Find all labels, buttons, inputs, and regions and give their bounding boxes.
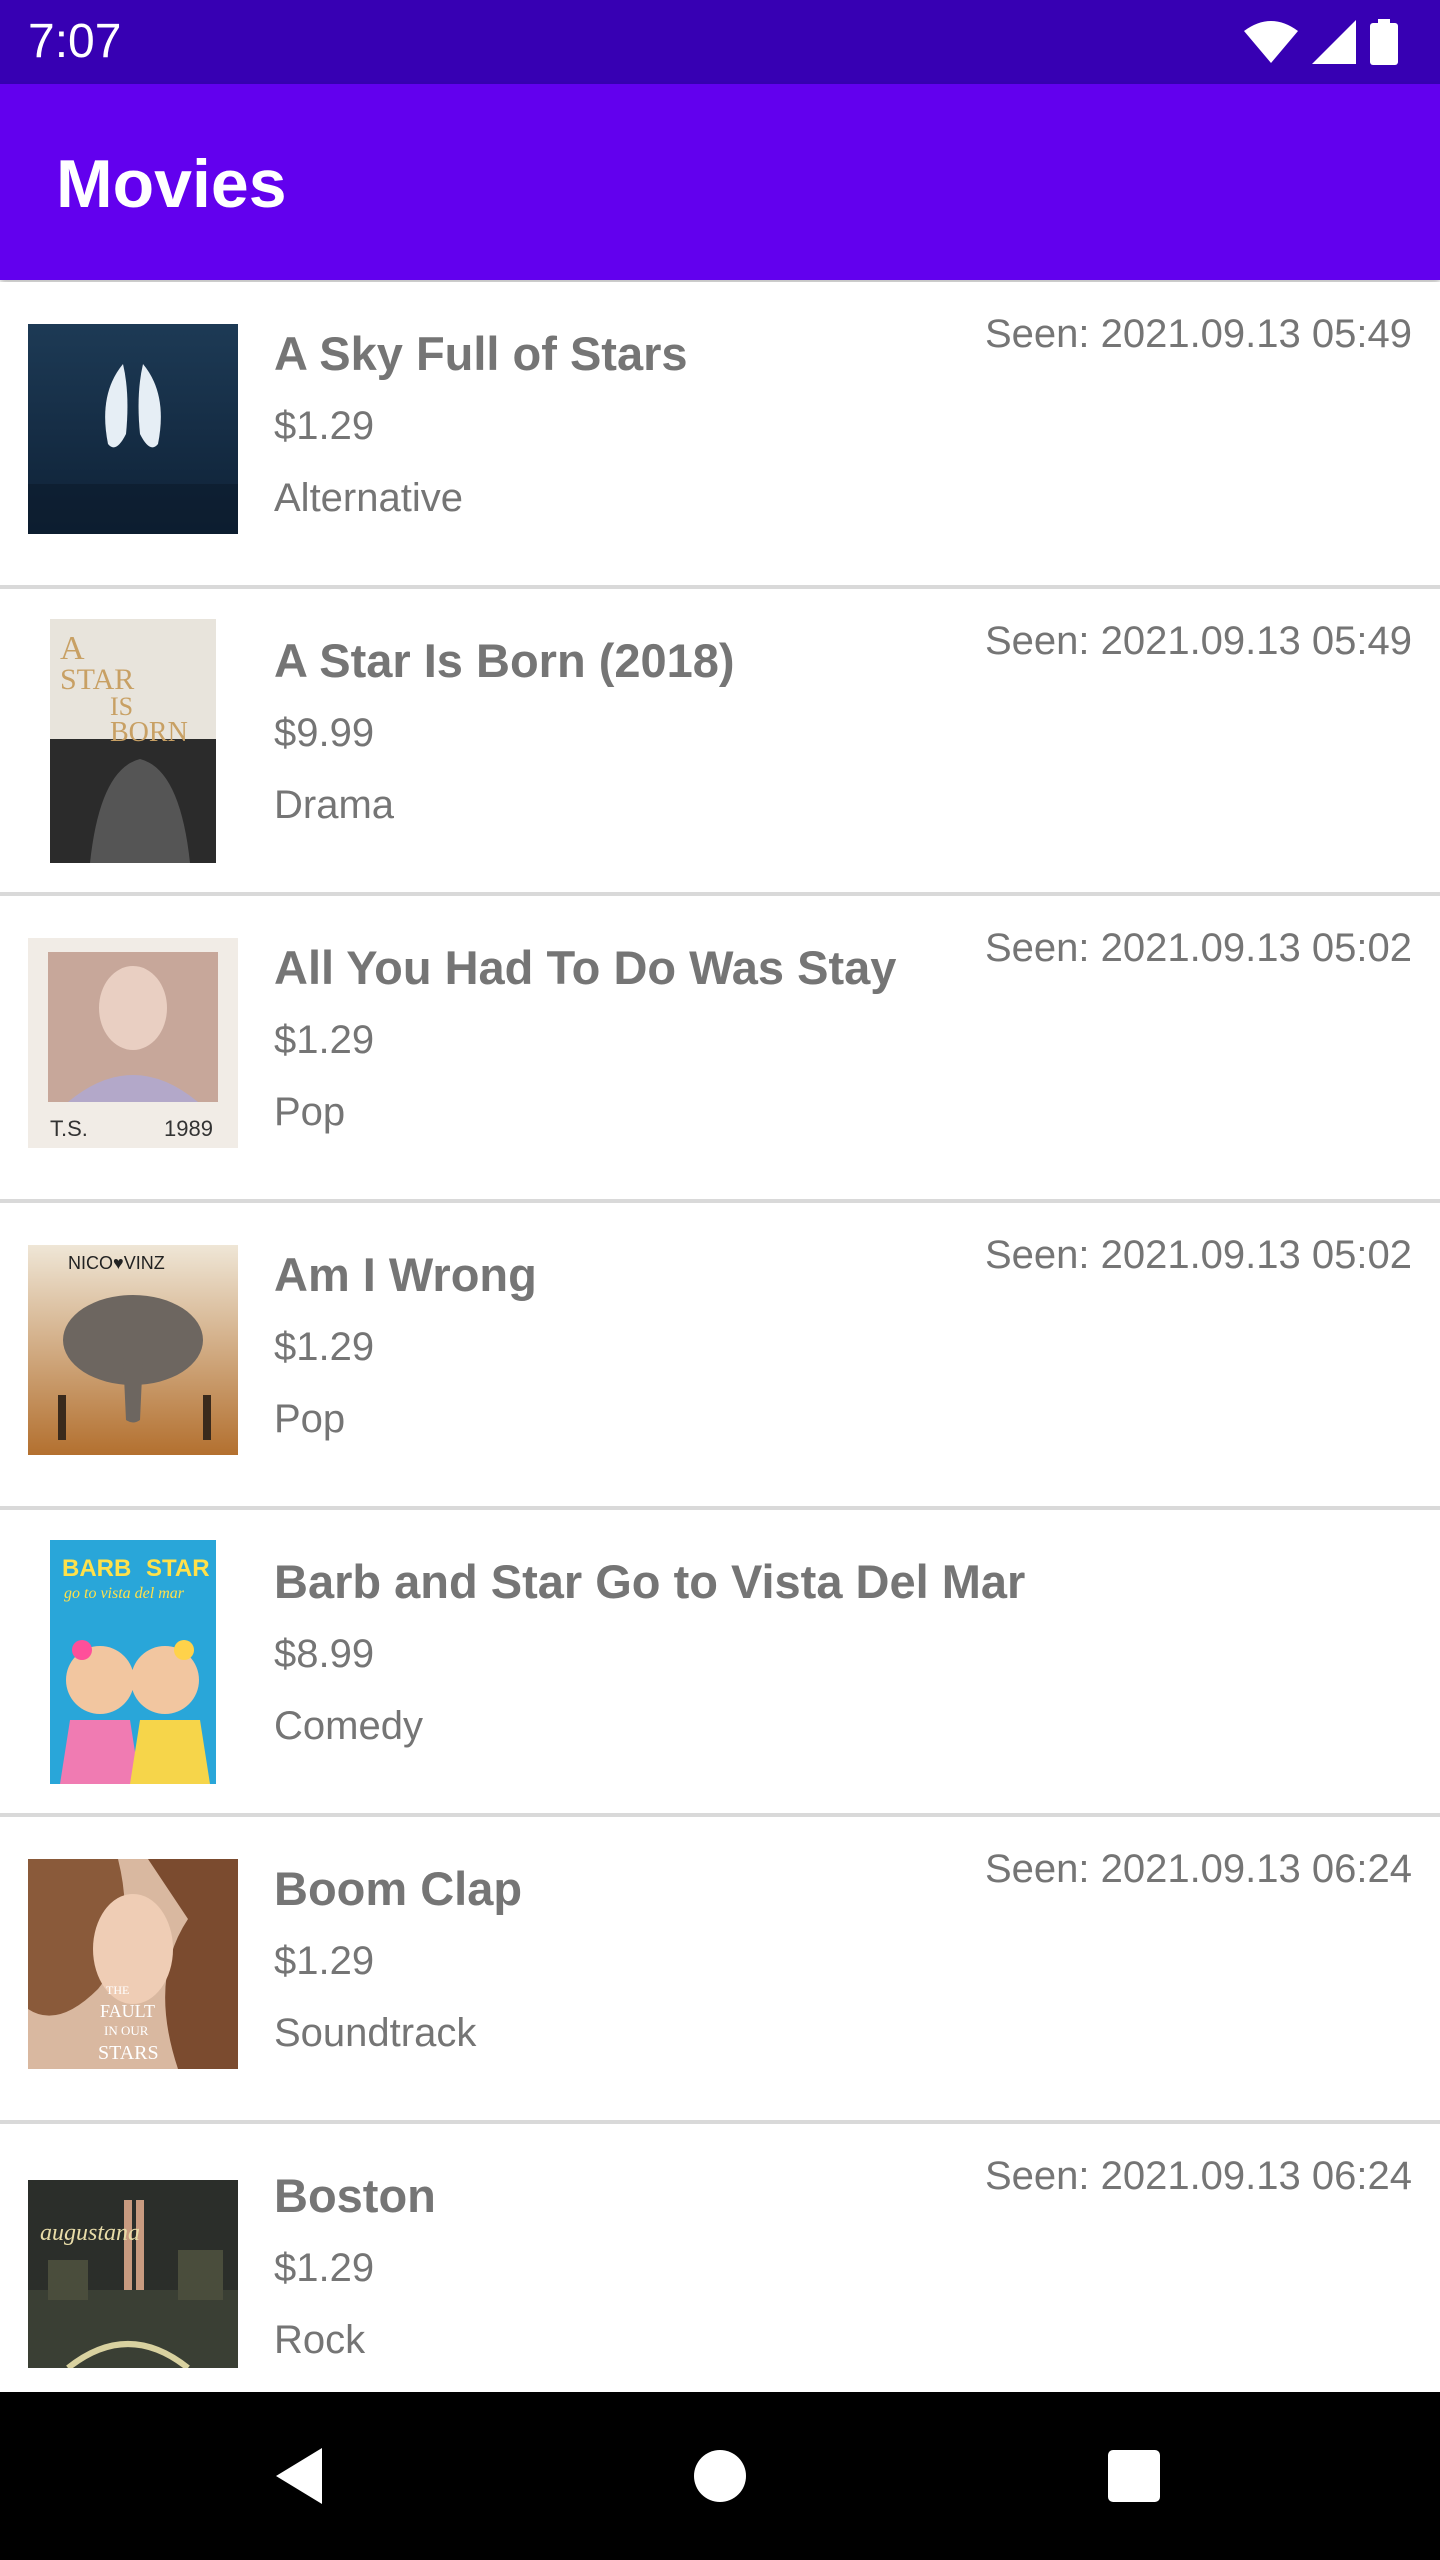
movie-title: A Star Is Born (2018) (274, 634, 735, 687)
svg-text:NICO♥VINZ: NICO♥VINZ (68, 1253, 165, 1273)
movie-title: Boston (274, 2169, 436, 2222)
movie-title: Barb and Star Go to Vista Del Mar (274, 1555, 1026, 1608)
app-bar: Movies (0, 84, 1440, 280)
seen-timestamp: Seen: 2021.09.13 05:49 (984, 312, 1412, 356)
movie-price: $1.29 (274, 1939, 375, 1983)
movie-price: $1.29 (274, 1018, 375, 1062)
movie-cover-image: augustana (28, 2180, 238, 2368)
movie-title: All You Had To Do Was Stay (274, 941, 897, 994)
movie-title: A Sky Full of Stars (274, 327, 688, 380)
status-bar: 7:07 (0, 0, 1440, 84)
movie-genre: Comedy (274, 1704, 423, 1748)
movie-genre: Alternative (274, 476, 463, 520)
movie-cover-image: BARB STAR go to vista del mar (50, 1540, 216, 1784)
back-icon[interactable] (262, 2436, 342, 2516)
movie-genre: Pop (274, 1397, 346, 1441)
svg-text:go to vista del mar: go to vista del mar (64, 1585, 185, 1602)
movie-cover-image: A STAR IS BORN (50, 619, 216, 863)
movie-cover-image: THE FAULT IN OUR STARS (28, 1859, 238, 2069)
svg-text:FAULT: FAULT (100, 2001, 155, 2021)
list-item[interactable]: THE FAULT IN OUR STARS Boom Clap $1.29 S… (0, 1817, 1440, 2124)
navigation-bar (0, 2392, 1440, 2560)
list-item[interactable]: T.S. 1989 All You Had To Do Was Stay $1.… (0, 896, 1440, 1203)
page-title: Movies (56, 146, 287, 222)
svg-text:STARS: STARS (98, 2042, 159, 2064)
svg-text:T.S.: T.S. (50, 1116, 88, 1141)
svg-text:augustana: augustana (40, 2220, 140, 2246)
home-icon[interactable] (680, 2436, 760, 2516)
status-icons (1244, 18, 1398, 66)
cellular-signal-icon (1312, 20, 1356, 64)
movie-list: A Sky Full of Stars $1.29 Alternative Se… (0, 282, 1440, 2427)
svg-text:IN OUR: IN OUR (104, 2023, 149, 2038)
movie-cover-image (28, 324, 238, 534)
svg-text:BORN: BORN (110, 717, 188, 748)
list-item[interactable]: NICO♥VINZ Am I Wrong $1.29 Pop Seen: 202… (0, 1203, 1440, 1510)
seen-timestamp: Seen: 2021.09.13 06:24 (984, 1847, 1412, 1891)
movie-genre: Soundtrack (274, 2011, 477, 2055)
movie-genre: Drama (274, 783, 395, 827)
movie-title: Boom Clap (274, 1862, 523, 1915)
seen-timestamp: Seen: 2021.09.13 06:24 (984, 2154, 1412, 2198)
svg-text:1989: 1989 (164, 1116, 213, 1141)
status-time: 7:07 (28, 15, 122, 68)
movie-price: $1.29 (274, 2246, 375, 2290)
list-item[interactable]: augustana Boston $1.29 Rock Seen: 2021.0… (0, 2124, 1440, 2427)
movie-price: $8.99 (274, 1632, 375, 1676)
movie-price: $1.29 (274, 404, 375, 448)
list-item[interactable]: BARB STAR go to vista del mar Barb and S… (0, 1510, 1440, 1817)
movie-genre: Pop (274, 1090, 346, 1134)
movie-price: $1.29 (274, 1325, 375, 1369)
movie-cover-image: NICO♥VINZ (28, 1245, 238, 1455)
svg-text:A: A (60, 630, 85, 667)
wifi-icon (1244, 21, 1298, 63)
seen-timestamp: Seen: 2021.09.13 05:49 (984, 619, 1412, 663)
seen-timestamp: Seen: 2021.09.13 05:02 (984, 926, 1412, 970)
movie-cover-image: T.S. 1989 (28, 938, 238, 1148)
svg-text:STAR: STAR (146, 1555, 210, 1582)
list-item[interactable]: A Sky Full of Stars $1.29 Alternative Se… (0, 282, 1440, 589)
svg-text:BARB: BARB (62, 1555, 131, 1582)
movie-price: $9.99 (274, 711, 375, 755)
list-item[interactable]: A STAR IS BORN A Star Is Born (2018) $9.… (0, 589, 1440, 896)
battery-icon (1370, 19, 1398, 65)
seen-timestamp: Seen: 2021.09.13 05:02 (984, 1233, 1412, 1277)
recents-icon[interactable] (1094, 2436, 1174, 2516)
movie-genre: Rock (274, 2318, 366, 2362)
svg-text:THE: THE (106, 1983, 129, 1997)
movie-title: Am I Wrong (274, 1248, 537, 1301)
